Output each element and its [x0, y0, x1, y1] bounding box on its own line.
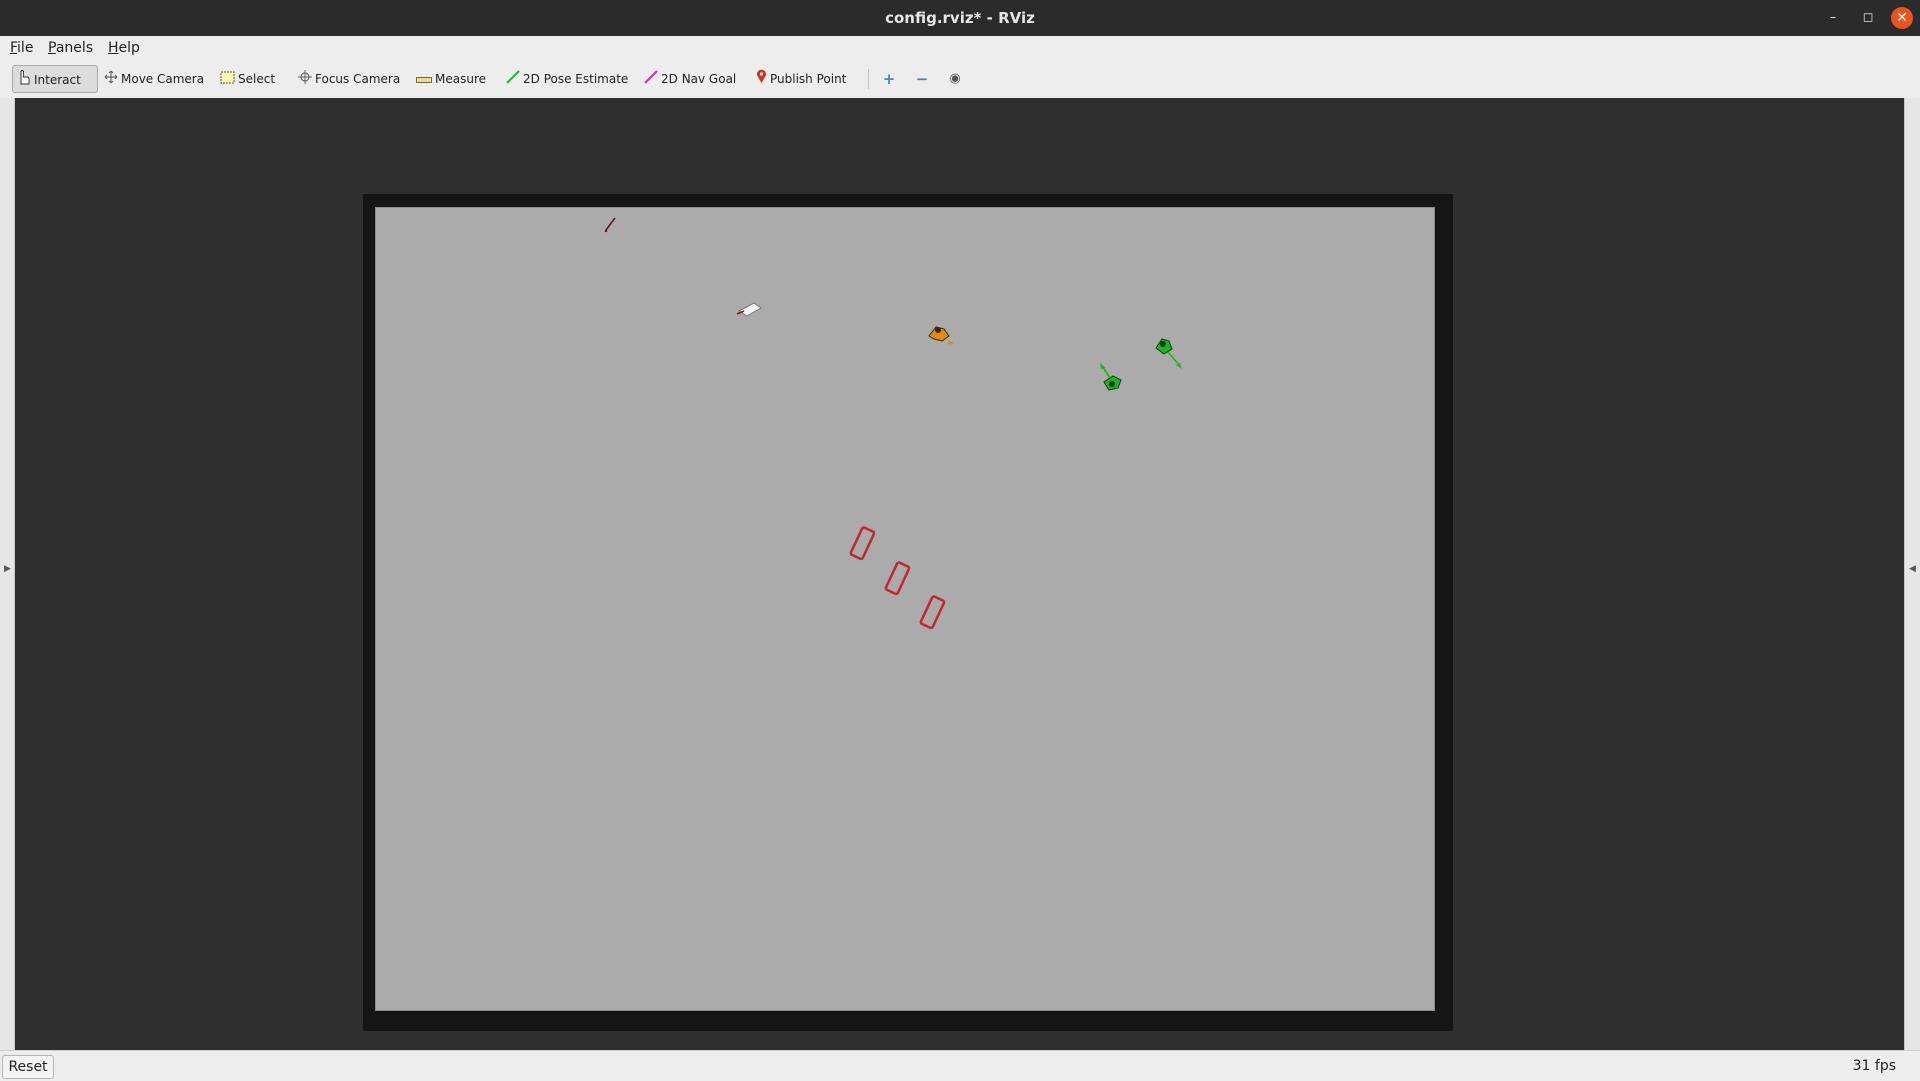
measure-tool-button[interactable]: Measure	[412, 65, 490, 93]
obstacle-marker-3	[919, 595, 946, 630]
pose-arrow-marker	[604, 217, 616, 233]
move-camera-tool-label: Move Camera	[121, 72, 205, 86]
render-viewport[interactable]	[15, 98, 1904, 1050]
ruler-icon	[416, 66, 432, 94]
right-dock-handle[interactable]: ◀	[1904, 98, 1920, 1050]
green-arrow-icon	[506, 66, 520, 94]
focus-camera-tool-button[interactable]: Focus Camera	[294, 65, 404, 93]
remove-tool-button[interactable]: −	[909, 65, 935, 93]
occupancy-map-border	[363, 194, 1453, 1031]
measure-tool-label: Measure	[435, 72, 486, 86]
2d-nav-goal-tool-label: 2D Nav Goal	[661, 72, 737, 86]
plus-icon: +	[882, 70, 896, 88]
move-arrows-icon	[104, 66, 118, 94]
map-pin-icon	[756, 66, 767, 94]
eye-icon: ◉	[949, 71, 961, 86]
close-button[interactable]: ✕	[1891, 7, 1913, 29]
view-options-button[interactable]: ◉	[942, 65, 968, 93]
menu-help[interactable]: Help	[108, 36, 140, 60]
add-tool-button[interactable]: +	[876, 65, 902, 93]
minimize-button[interactable]: –	[1822, 7, 1844, 29]
obstacle-marker-2	[884, 561, 911, 596]
pedestrian-marker-green-2	[1155, 338, 1182, 369]
hand-pointer-icon	[17, 67, 31, 95]
expand-right-icon: ◀	[1909, 564, 1916, 574]
interact-tool-button[interactable]: Interact	[12, 65, 98, 93]
expand-left-icon: ▶	[4, 564, 11, 574]
menu-bar: File Panels Help	[0, 36, 1920, 60]
scene-markers	[604, 217, 1182, 630]
title-bar: config.rviz* - RViz – ◻ ✕	[0, 0, 1920, 36]
tools-toolbar: Interact Move Camera Select Focus Camera…	[0, 60, 1920, 99]
magenta-arrow-icon	[644, 66, 658, 94]
interact-tool-label: Interact	[34, 73, 81, 87]
2d-pose-estimate-tool-label: 2D Pose Estimate	[523, 72, 629, 86]
status-bar: Reset 31 fps	[0, 1050, 1920, 1081]
select-tool-button[interactable]: Select	[216, 65, 279, 93]
publish-point-tool-label: Publish Point	[770, 72, 847, 86]
left-dock-handle[interactable]: ▶	[0, 98, 15, 1050]
menu-file[interactable]: File	[10, 36, 33, 60]
obstacle-marker-1	[849, 526, 876, 561]
focus-camera-tool-label: Focus Camera	[315, 72, 401, 86]
2d-pose-estimate-tool-button[interactable]: 2D Pose Estimate	[502, 65, 632, 93]
2d-nav-goal-tool-button[interactable]: 2D Nav Goal	[640, 65, 740, 93]
select-rectangle-icon	[220, 66, 235, 94]
toolbar-separator	[868, 69, 869, 89]
select-tool-label: Select	[238, 72, 276, 86]
pedestrian-marker-green-1	[1100, 363, 1122, 391]
move-camera-tool-button[interactable]: Move Camera	[100, 65, 208, 93]
robot-marker-white	[736, 302, 762, 317]
window-title: config.rviz* - RViz	[885, 9, 1035, 27]
crosshair-icon	[298, 66, 312, 94]
publish-point-tool-button[interactable]: Publish Point	[752, 65, 850, 93]
pedestrian-marker-orange	[928, 326, 954, 345]
menu-panels[interactable]: Panels	[48, 36, 93, 60]
maximize-button[interactable]: ◻	[1857, 7, 1879, 29]
reset-button[interactable]: Reset	[2, 1055, 54, 1079]
fps-readout: 31 fps	[1852, 1058, 1896, 1074]
minus-icon: −	[915, 70, 929, 88]
occupancy-map	[375, 207, 1435, 1011]
